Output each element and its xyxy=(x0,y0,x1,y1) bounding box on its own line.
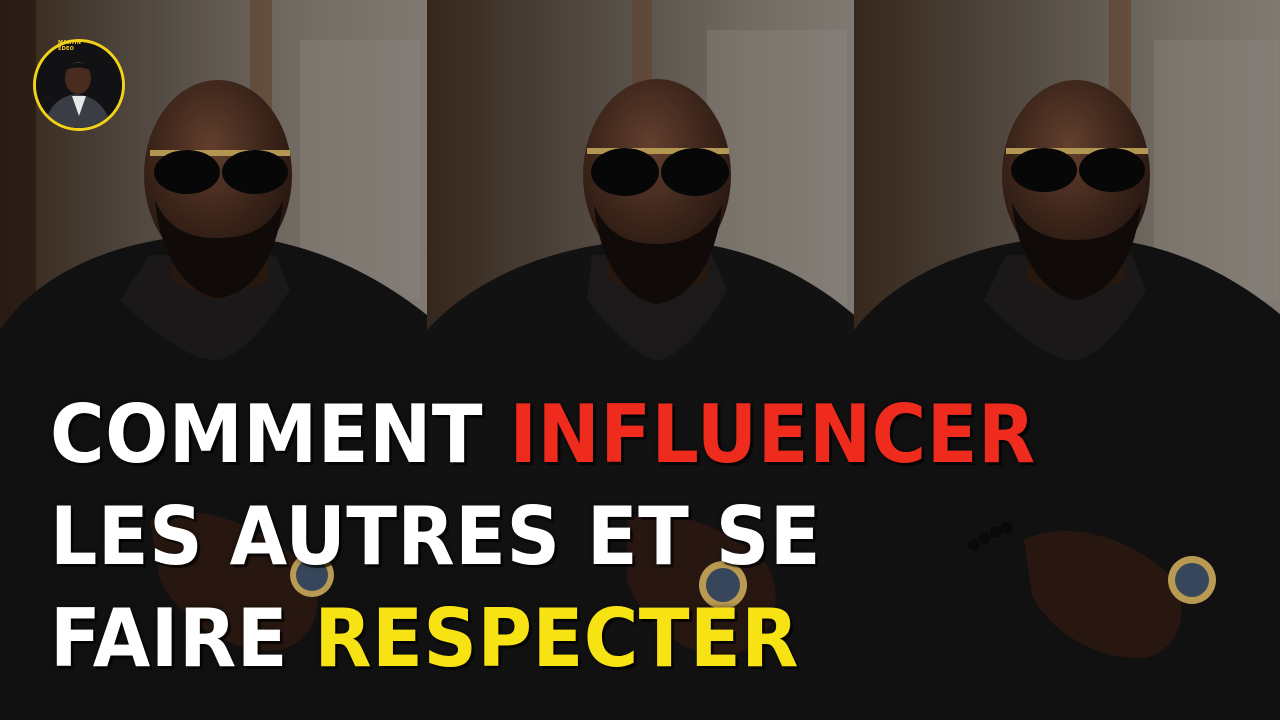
headline-word-respecter: RESPECTER xyxy=(314,592,800,685)
avatar-badge-line2: EDEO xyxy=(58,46,75,52)
thumbnail-headline: COMMENT INFLUENCER LES AUTRES ET SE FAIR… xyxy=(50,384,1036,690)
avatar-portrait xyxy=(36,42,122,128)
headline-word-influencer: INFLUENCER xyxy=(509,388,1036,481)
headline-line-1: COMMENT INFLUENCER xyxy=(50,384,1036,486)
headline-word-faire: FAIRE xyxy=(50,592,288,685)
headline-line-2: LES AUTRES ET SE xyxy=(50,490,822,583)
headline-line-3: FAIRE RESPECTER xyxy=(50,588,1036,690)
avatar-badge: MARTIN EDEO xyxy=(58,40,81,52)
video-thumbnail[interactable]: MARTIN EDEO COMMENT INFLUENCER LES AUTRE… xyxy=(0,0,1280,720)
channel-avatar-icon[interactable] xyxy=(33,39,125,131)
headline-word-comment: COMMENT xyxy=(50,388,484,481)
